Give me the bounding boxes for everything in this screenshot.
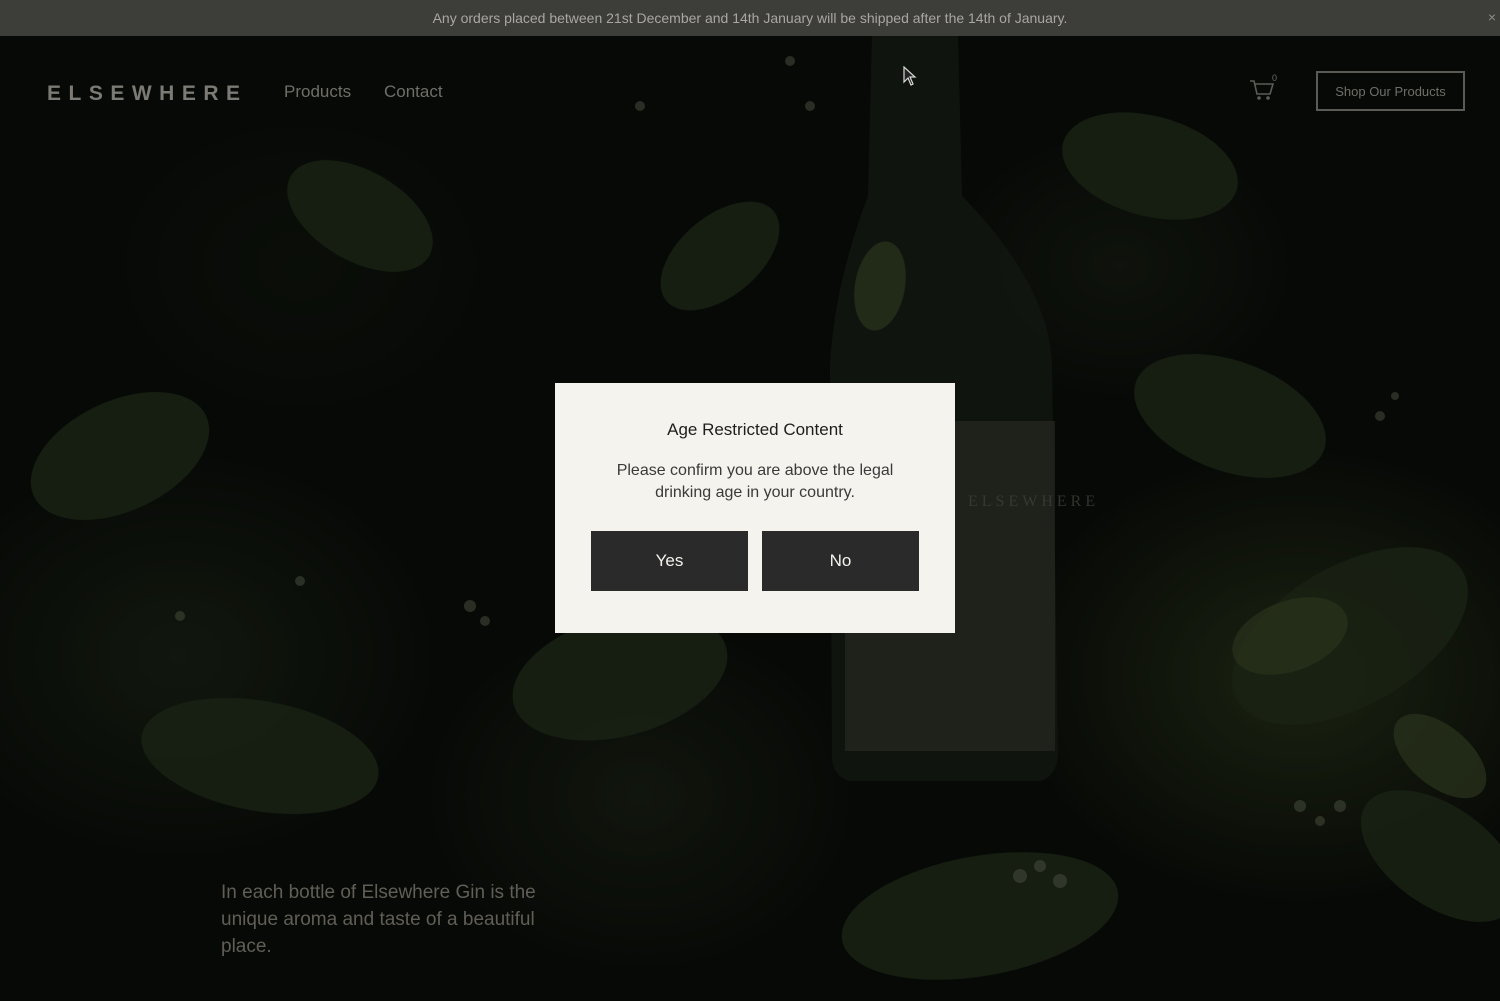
shop-our-products-button[interactable]: Shop Our Products <box>1316 71 1465 111</box>
hero-tagline: In each bottle of Elsewhere Gin is the u… <box>221 882 536 957</box>
nav-products[interactable]: Products <box>284 82 351 102</box>
no-button[interactable]: No <box>762 531 919 591</box>
yes-button[interactable]: Yes <box>591 531 748 591</box>
announcement-bar: Any orders placed between 21st December … <box>0 0 1500 36</box>
nav-contact[interactable]: Contact <box>384 82 443 102</box>
mouse-cursor-icon <box>903 65 917 91</box>
age-verification-modal: Age Restricted Content Please confirm yo… <box>555 383 955 633</box>
announcement-text: Any orders placed between 21st December … <box>432 10 1068 26</box>
cart-count: 0 <box>1272 73 1278 83</box>
site-logo[interactable]: ELSEWHERE <box>47 82 248 106</box>
close-icon[interactable]: × <box>1488 9 1496 25</box>
modal-title: Age Restricted Content <box>667 420 843 439</box>
modal-message: Please confirm you are above the legal d… <box>616 462 894 501</box>
